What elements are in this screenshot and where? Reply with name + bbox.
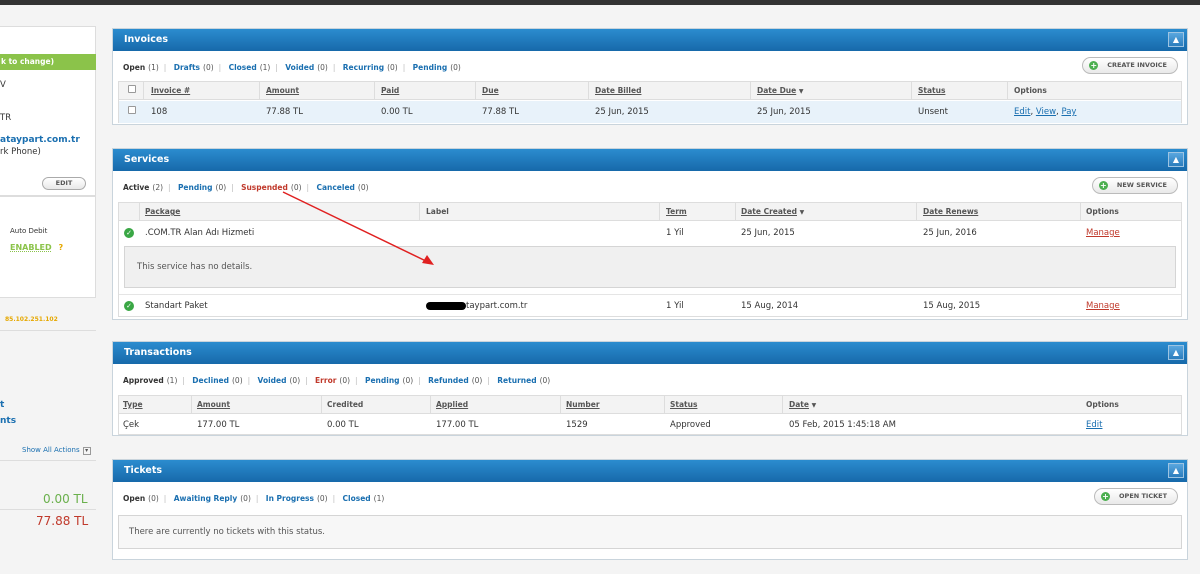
arrow-line [282, 191, 431, 264]
annotation-arrow [282, 191, 434, 265]
